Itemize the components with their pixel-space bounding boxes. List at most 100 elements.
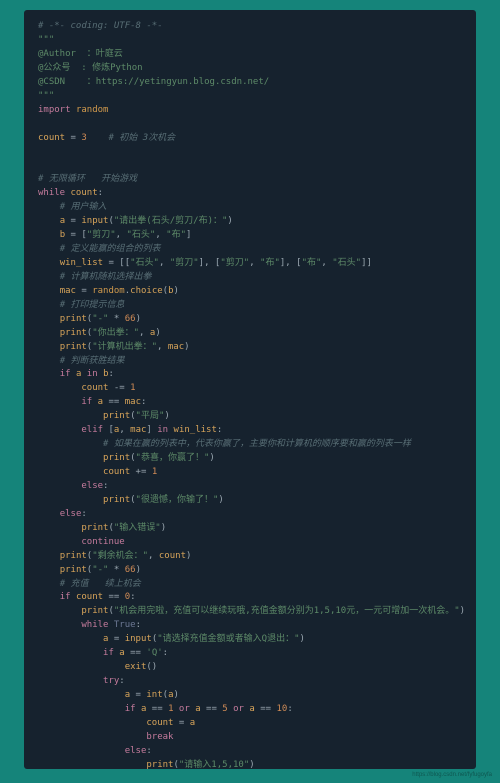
code-token: "计算机出拳：" (92, 342, 157, 352)
code-token: = (108, 634, 124, 644)
code-token (38, 453, 103, 463)
code-token: = [ (65, 230, 87, 240)
code-token: print (103, 495, 130, 505)
code-token: if (103, 648, 114, 658)
code-token: else (125, 746, 147, 756)
code-token (38, 467, 103, 477)
code-token: count (146, 718, 173, 728)
code-token: mac (130, 425, 146, 435)
code-token: = (65, 216, 81, 226)
code-token: or (179, 704, 190, 714)
code-token: break (146, 732, 173, 742)
code-token: @Author ：叶庭云 (38, 49, 123, 59)
code-token: while (38, 188, 65, 198)
code-token: ) (136, 565, 141, 575)
code-token: "-" (92, 314, 108, 324)
code-token: * (108, 314, 124, 324)
code-token: : (108, 369, 113, 379)
code-token: win_list (174, 425, 217, 435)
code-token: == (201, 704, 223, 714)
code-token: ) (155, 328, 160, 338)
code-token: : (146, 746, 151, 756)
code-token: choice (130, 286, 163, 296)
code-token (38, 662, 125, 672)
code-token (38, 551, 60, 561)
code-token (38, 746, 125, 756)
code-token: , (116, 230, 127, 240)
code-token: () (146, 662, 157, 672)
code-token: -= (108, 383, 130, 393)
code-token (38, 425, 81, 435)
code-token: or (233, 704, 244, 714)
code-token: : (130, 592, 135, 602)
code-token (38, 286, 60, 296)
code-token (38, 760, 146, 769)
code-token: print (60, 314, 87, 324)
code-token: "布" (302, 258, 322, 268)
code-token (38, 606, 81, 616)
code-token: = (76, 286, 92, 296)
code-token: count (38, 133, 65, 143)
code-token: mac (60, 286, 76, 296)
code-token: print (103, 453, 130, 463)
code-token: if (81, 397, 92, 407)
code-token: "剪刀" (87, 230, 116, 240)
code-token: : (103, 481, 108, 491)
code-token: "很遗憾，你输了！" (136, 495, 219, 505)
code-token: ] (146, 425, 157, 435)
code-token: ] (186, 230, 191, 240)
code-token: input (125, 634, 152, 644)
code-token: # -*- coding: UTF-8 -*- (38, 21, 163, 31)
code-token (38, 244, 60, 254)
code-token: @公众号 : 修炼Python (38, 63, 143, 73)
code-token: int (146, 690, 162, 700)
code-token: try (103, 676, 119, 686)
code-token: , (148, 551, 159, 561)
code-token: == (255, 704, 277, 714)
code-token: == (103, 397, 125, 407)
code-token: : (136, 620, 141, 630)
code-token (38, 397, 81, 407)
code-token: "剪刀" (220, 258, 249, 268)
code-token (38, 634, 103, 644)
code-token: ) (164, 411, 169, 421)
code-token: = (173, 718, 189, 728)
code-token: 66 (125, 565, 136, 575)
code-token: "你出拳：" (92, 328, 139, 338)
code-token: True (114, 620, 136, 630)
code-token: = [[ (103, 258, 130, 268)
code-token: import (38, 105, 71, 115)
code-token: : (119, 676, 124, 686)
code-token: , (321, 258, 332, 268)
code-token (38, 704, 125, 714)
code-token: 66 (125, 314, 136, 324)
code-token (38, 579, 60, 589)
code-token: , (157, 342, 168, 352)
code-token (38, 537, 81, 547)
code-token: while (81, 620, 108, 630)
code-token: """ (38, 91, 54, 101)
code-token: "机会用完啦，充值可以继续玩哦,充值金额分别为1,5,10元，一元可增加一次机会… (114, 606, 460, 616)
code-token: random (92, 286, 125, 296)
code-token: , (249, 258, 260, 268)
code-token: == (125, 648, 147, 658)
code-token: in (87, 369, 98, 379)
code-token (38, 314, 60, 324)
code-token: ) (218, 495, 223, 505)
watermark-text: https://blog.csdn.net/fyfugoyfa (412, 771, 492, 780)
code-token: : (81, 509, 86, 519)
code-token: 1 (130, 383, 135, 393)
code-token: ) (136, 314, 141, 324)
code-token (38, 369, 60, 379)
code-token: mac (125, 397, 141, 407)
code-token: "请选择充值金额或者输入Q退出：" (157, 634, 299, 644)
code-token: count (76, 592, 103, 602)
code-token: 1 (152, 467, 157, 477)
code-token: continue (81, 537, 124, 547)
code-token: random (76, 105, 109, 115)
code-token: ) (174, 690, 179, 700)
code-token: # 打印提示信息 (60, 300, 125, 310)
code-token: = (130, 690, 146, 700)
code-token: win_list (60, 258, 103, 268)
code-token: else (60, 509, 82, 519)
